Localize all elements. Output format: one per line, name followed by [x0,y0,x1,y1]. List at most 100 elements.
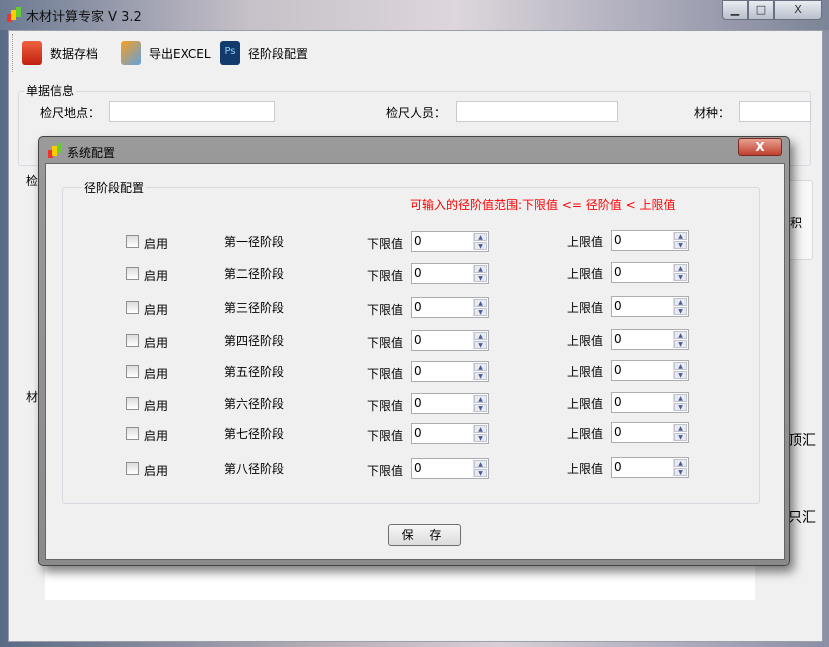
stage-name: 第三径阶段 [224,301,285,315]
enable-checkbox[interactable] [126,334,139,347]
spin-up-icon[interactable]: ▲ [674,232,687,240]
spin-down-icon[interactable]: ▼ [474,242,487,250]
enable-label: 启用 [144,399,169,413]
lower-value: 0 [414,461,422,475]
lower-spinner[interactable]: 0 ▲ ▼ [411,330,489,351]
archive-button[interactable]: 数据存档 [22,38,98,68]
stage-name: 第六径阶段 [224,397,285,411]
spin-up-icon[interactable]: ▲ [474,395,487,403]
upper-spinner[interactable]: 0 ▲ ▼ [611,296,689,317]
enable-checkbox[interactable] [126,365,139,378]
stage-name: 第七径阶段 [224,427,285,441]
spin-up-icon[interactable]: ▲ [474,363,487,371]
upper-value: 0 [614,299,622,313]
spin-down-icon[interactable]: ▼ [474,341,487,349]
upper-spinner[interactable]: 0 ▲ ▼ [611,457,689,478]
upper-value: 0 [614,425,622,439]
spin-down-icon[interactable]: ▼ [474,404,487,412]
lower-spinner[interactable]: 0 ▲ ▼ [411,231,489,252]
system-config-dialog: 系统配置 X 径阶段配置 可输入的径阶值范围:下限值 <= 径阶值 < 上限值 … [38,136,790,566]
lower-spinner[interactable]: 0 ▲ ▼ [411,297,489,318]
lower-spinner[interactable]: 0 ▲ ▼ [411,263,489,284]
spin-up-icon[interactable]: ▲ [674,298,687,306]
export-excel-button[interactable]: 导出EXCEL [121,38,211,68]
species-label: 材种： [694,106,731,120]
stage-row: 启用 第四径阶段 下限值 0 ▲ ▼ 上限值 0 ▲ ▼ [46,329,786,353]
spin-down-icon[interactable]: ▼ [674,340,687,348]
summary-label-2: 只汇 [788,510,816,526]
enable-checkbox[interactable] [126,235,139,248]
toolbar-grip[interactable] [12,34,13,72]
stage-row: 启用 第一径阶段 下限值 0 ▲ ▼ 上限值 0 ▲ ▼ [46,230,786,254]
spin-down-icon[interactable]: ▼ [674,371,687,379]
stage-config-group-title: 径阶段配置 [82,179,147,196]
species-input[interactable] [739,101,811,122]
spin-down-icon[interactable]: ▼ [474,469,487,477]
spin-up-icon[interactable]: ▲ [674,424,687,432]
excel-icon [121,41,141,65]
lower-label: 下限值 [367,237,404,251]
upper-spinner[interactable]: 0 ▲ ▼ [611,230,689,251]
spin-down-icon[interactable]: ▼ [674,273,687,281]
upper-spinner[interactable]: 0 ▲ ▼ [611,422,689,443]
enable-checkbox[interactable] [126,397,139,410]
spin-up-icon[interactable]: ▲ [474,265,487,273]
dialog-logo-icon [47,143,63,159]
upper-label: 上限值 [567,397,604,411]
spin-up-icon[interactable]: ▲ [474,299,487,307]
spin-down-icon[interactable]: ▼ [474,434,487,442]
stage-row: 启用 第二径阶段 下限值 0 ▲ ▼ 上限值 0 ▲ ▼ [46,262,786,286]
spin-up-icon[interactable]: ▲ [674,331,687,339]
enable-checkbox[interactable] [126,301,139,314]
upper-spinner[interactable]: 0 ▲ ▼ [611,329,689,350]
enable-checkbox[interactable] [126,427,139,440]
lower-spinner[interactable]: 0 ▲ ▼ [411,458,489,479]
spin-up-icon[interactable]: ▲ [674,264,687,272]
stage-config-button[interactable]: Ps 径阶段配置 [220,38,308,68]
ps-icon: Ps [220,41,240,65]
inspector-input[interactable] [456,101,618,122]
archive-icon [22,41,42,65]
maximize-button[interactable]: □ [748,0,774,20]
spin-down-icon[interactable]: ▼ [474,372,487,380]
doc-info-title: 单据信息 [24,82,77,99]
lower-spinner[interactable]: 0 ▲ ▼ [411,423,489,444]
spin-down-icon[interactable]: ▼ [474,308,487,316]
site-input[interactable] [109,101,275,122]
lower-spinner[interactable]: 0 ▲ ▼ [411,393,489,414]
lower-label: 下限值 [367,336,404,350]
spin-up-icon[interactable]: ▲ [674,394,687,402]
spin-down-icon[interactable]: ▼ [674,403,687,411]
dialog-close-button[interactable]: X [738,138,782,156]
lower-label: 下限值 [367,399,404,413]
grid-col-header: 积 [790,216,803,230]
stage-name: 第八径阶段 [224,462,285,476]
spin-down-icon[interactable]: ▼ [674,307,687,315]
lower-spinner[interactable]: 0 ▲ ▼ [411,361,489,382]
spin-up-icon[interactable]: ▲ [474,460,487,468]
enable-label: 启用 [144,269,169,283]
spin-down-icon[interactable]: ▼ [674,241,687,249]
minimize-button[interactable]: ▁ [722,0,748,20]
stage-row: 启用 第七径阶段 下限值 0 ▲ ▼ 上限值 0 ▲ ▼ [46,422,786,446]
lower-label: 下限值 [367,367,404,381]
spin-up-icon[interactable]: ▲ [474,332,487,340]
spin-down-icon[interactable]: ▼ [674,433,687,441]
spin-up-icon[interactable]: ▲ [474,425,487,433]
upper-spinner[interactable]: 0 ▲ ▼ [611,392,689,413]
spin-up-icon[interactable]: ▲ [674,362,687,370]
spin-up-icon[interactable]: ▲ [674,459,687,467]
save-button[interactable]: 保 存 [388,524,461,546]
enable-checkbox[interactable] [126,267,139,280]
lower-value: 0 [414,364,422,378]
upper-spinner[interactable]: 0 ▲ ▼ [611,360,689,381]
enable-checkbox[interactable] [126,462,139,475]
spin-down-icon[interactable]: ▼ [474,274,487,282]
spin-up-icon[interactable]: ▲ [474,233,487,241]
close-button[interactable]: X [774,0,822,20]
upper-spinner[interactable]: 0 ▲ ▼ [611,262,689,283]
lower-value: 0 [414,300,422,314]
range-hint: 可输入的径阶值范围:下限值 <= 径阶值 < 上限值 [410,198,676,212]
enable-label: 启用 [144,367,169,381]
spin-down-icon[interactable]: ▼ [674,468,687,476]
